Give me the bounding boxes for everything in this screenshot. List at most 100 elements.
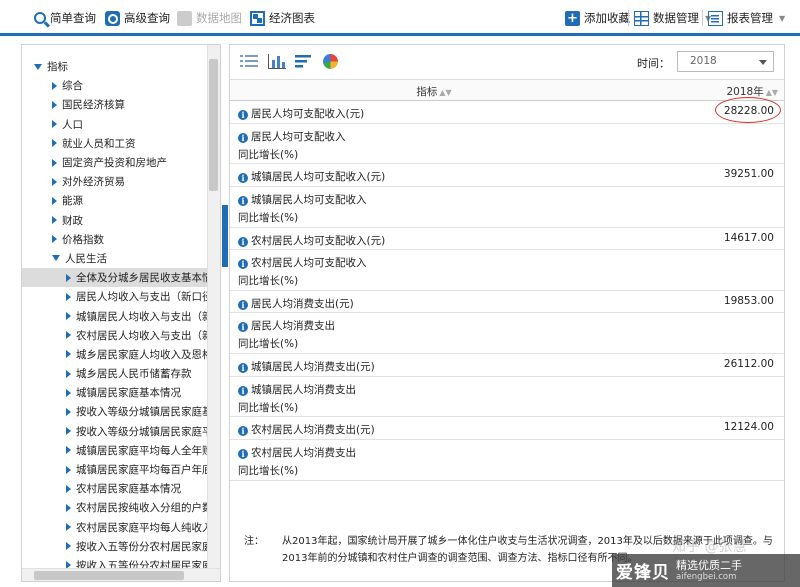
tree-subitem[interactable]: 居民人均收入与支出（新口径） bbox=[22, 287, 208, 306]
indicator-name: 农村居民人均消费支出(元) bbox=[251, 424, 375, 437]
time-select[interactable]: 2018 bbox=[677, 51, 774, 72]
tree-item[interactable]: 综合 bbox=[22, 76, 208, 95]
watermark-brand: 爱锋贝 bbox=[616, 563, 670, 583]
tree-subitem[interactable]: 农村居民按纯收入分组的户数占调查户 bbox=[22, 498, 208, 517]
add-favorite-button[interactable]: + 添加收藏 bbox=[565, 9, 630, 27]
table-row[interactable]: i 居民人均可支配收入 同比增长(%) bbox=[230, 124, 784, 165]
panel-splitter-handle[interactable] bbox=[222, 205, 228, 267]
info-icon[interactable]: i bbox=[238, 426, 248, 437]
info-icon[interactable]: i bbox=[238, 236, 248, 247]
collapsed-arrow-icon bbox=[52, 177, 57, 186]
table-row[interactable]: i 城镇居民人均可支配收入(元) 39251.00 bbox=[230, 164, 784, 187]
info-icon[interactable]: i bbox=[238, 173, 248, 184]
value-cell: 39251.00 bbox=[723, 168, 774, 181]
tree-item[interactable]: 价格指数 bbox=[22, 230, 208, 249]
tree-item[interactable]: 财政 bbox=[22, 211, 208, 230]
tree-subitem[interactable]: 城乡居民家庭人均收入及恩格尔系数 bbox=[22, 345, 208, 364]
tree-item-label: 固定资产投资和房地产 bbox=[62, 157, 167, 170]
indicator-cell: i 居民人均可支配收入 同比增长(%) bbox=[238, 128, 346, 164]
table-row[interactable]: i 农村居民人均可支配收入(元) 14617.00 bbox=[230, 228, 784, 251]
table-row[interactable]: i 农村居民人均可支配收入 同比增长(%) bbox=[230, 250, 784, 291]
info-icon[interactable]: i bbox=[238, 110, 248, 120]
table-row[interactable]: i 城镇居民人均消费支出(元) 26112.00 bbox=[230, 354, 784, 377]
collapsed-arrow-icon bbox=[52, 158, 57, 167]
horizontal-bar-chart-icon[interactable] bbox=[295, 54, 313, 69]
data-map-label: 数据地图 bbox=[196, 11, 242, 25]
info-icon[interactable]: i bbox=[238, 195, 248, 206]
vertical-scrollbar[interactable] bbox=[207, 45, 220, 569]
vertical-scrollbar-thumb[interactable] bbox=[209, 59, 218, 191]
tree-subitem[interactable]: 城镇居民家庭平均每百户年底耐用消费品 bbox=[22, 460, 208, 479]
top-toolbar: 简单查询 高级查询 数据地图 经济图表 + 添加收藏 数据管理 ▼ 报表管理 ▼ bbox=[0, 0, 800, 36]
info-icon[interactable]: i bbox=[238, 299, 248, 310]
info-icon[interactable]: i bbox=[238, 322, 248, 333]
tree-subitem[interactable]: 按收入等级分城镇居民家庭基本情况 bbox=[22, 402, 208, 421]
tree-subitem[interactable]: 农村居民家庭基本情况 bbox=[22, 479, 208, 498]
tree-subitem[interactable]: 按收入等级分城镇居民家庭平均每人 bbox=[22, 422, 208, 441]
tree-item[interactable]: 对外经济贸易 bbox=[22, 172, 208, 191]
expanded-arrow-icon bbox=[34, 63, 42, 70]
tree-item-label: 能源 bbox=[62, 195, 83, 208]
tree-item-label: 财政 bbox=[62, 214, 83, 227]
collapsed-arrow-icon bbox=[66, 292, 71, 301]
simple-query-button[interactable]: 简单查询 bbox=[34, 9, 96, 27]
horizontal-scrollbar-thumb[interactable] bbox=[34, 571, 184, 580]
indicator-name: 城镇居民人均消费支出(元) bbox=[251, 361, 375, 374]
table-row[interactable]: i 城镇居民人均可支配收入 同比增长(%) bbox=[230, 187, 784, 228]
simple-query-label: 简单查询 bbox=[50, 11, 96, 25]
table-row[interactable]: i 居民人均可支配收入(元) 28228.00 bbox=[230, 97, 784, 124]
tree-item[interactable]: 就业人员和工资 bbox=[22, 134, 208, 153]
table-row[interactable]: i 农村居民人均消费支出(元) 12124.00 bbox=[230, 417, 784, 440]
tree-subitem[interactable]: 城镇居民人均收入与支出（新口径） bbox=[22, 306, 208, 325]
indicator-name: 农村居民人均消费支出 bbox=[251, 447, 356, 459]
collapsed-arrow-icon bbox=[66, 503, 71, 512]
tree-item-label: 综合 bbox=[62, 80, 83, 93]
tree-item[interactable]: 固定资产投资和房地产 bbox=[22, 153, 208, 172]
tree-subitem[interactable]: 城镇居民家庭基本情况 bbox=[22, 383, 208, 402]
table-view-icon[interactable] bbox=[240, 54, 258, 69]
watermark-text-group: 精选优质二手 aifengbei.com bbox=[676, 559, 742, 583]
expanded-arrow-icon bbox=[52, 255, 60, 262]
footnote-label: 注： bbox=[244, 536, 264, 547]
indicator-name: 居民人均可支配收入(元) bbox=[251, 108, 365, 120]
data-map-button[interactable]: 数据地图 bbox=[177, 9, 242, 27]
tree-subitem[interactable]: 按收入五等份分农村居民家庭基本情况 bbox=[22, 537, 208, 556]
column-header-indicator[interactable]: 指标 ▲▼ bbox=[230, 84, 638, 99]
econ-chart-button[interactable]: 经济图表 bbox=[250, 9, 315, 27]
info-icon[interactable]: i bbox=[238, 259, 248, 270]
tree-item[interactable]: 国民经济核算 bbox=[22, 95, 208, 114]
horizontal-scrollbar[interactable] bbox=[22, 568, 220, 581]
toolbar-divider bbox=[702, 10, 703, 26]
tree-subitem-selected[interactable]: 全体及分城乡居民收支基本情况 bbox=[22, 268, 208, 288]
report-manage-menu[interactable]: 报表管理 ▼ bbox=[708, 9, 785, 27]
value-cell: 12124.00 bbox=[723, 421, 774, 434]
data-manage-menu[interactable]: 数据管理 ▼ bbox=[634, 9, 711, 27]
table-row[interactable]: i 居民人均消费支出(元) 19853.00 bbox=[230, 291, 784, 314]
info-icon[interactable]: i bbox=[238, 385, 248, 396]
collapsed-arrow-icon bbox=[66, 523, 71, 532]
table-row[interactable]: i 城镇居民人均消费支出 同比增长(%) bbox=[230, 377, 784, 418]
collapsed-arrow-icon bbox=[66, 273, 71, 282]
tree-item[interactable]: 能源 bbox=[22, 191, 208, 210]
advanced-query-button[interactable]: 高级查询 bbox=[105, 9, 170, 27]
info-icon[interactable]: i bbox=[238, 363, 248, 374]
tree-item[interactable]: 人民生活 bbox=[22, 249, 208, 268]
tree-item[interactable]: 人口 bbox=[22, 115, 208, 134]
tree-subitem-label: 城镇居民家庭平均每百户年底耐用消费品 bbox=[76, 464, 208, 477]
tree-root-item[interactable]: 指标 bbox=[22, 57, 208, 76]
tree-subitem[interactable]: 城乡居民人民币储蓄存款 bbox=[22, 364, 208, 383]
table-row[interactable]: i 农村居民人均消费支出 同比增长(%) bbox=[230, 440, 784, 481]
tree-subitem[interactable]: 城镇居民家庭平均每人全年购买主要商品 bbox=[22, 441, 208, 460]
sort-icon: ▲▼ bbox=[439, 88, 452, 97]
tree-subitem[interactable]: 农村居民家庭平均每人纯收入 bbox=[22, 518, 208, 537]
table-row[interactable]: i 居民人均消费支出 同比增长(%) bbox=[230, 313, 784, 355]
tree-subitem[interactable]: 农村居民人均收入与支出（新口径） bbox=[22, 326, 208, 345]
info-icon[interactable]: i bbox=[238, 449, 248, 459]
indicator-cell: i 居民人均消费支出(元) bbox=[238, 295, 354, 313]
bar-chart-icon[interactable] bbox=[268, 54, 286, 69]
red-circle-annotation bbox=[715, 97, 781, 123]
tree-subitem-label: 农村居民家庭基本情况 bbox=[76, 483, 181, 496]
info-icon[interactable]: i bbox=[238, 132, 248, 143]
pie-chart-icon[interactable] bbox=[323, 54, 338, 69]
collapsed-arrow-icon bbox=[52, 139, 57, 148]
